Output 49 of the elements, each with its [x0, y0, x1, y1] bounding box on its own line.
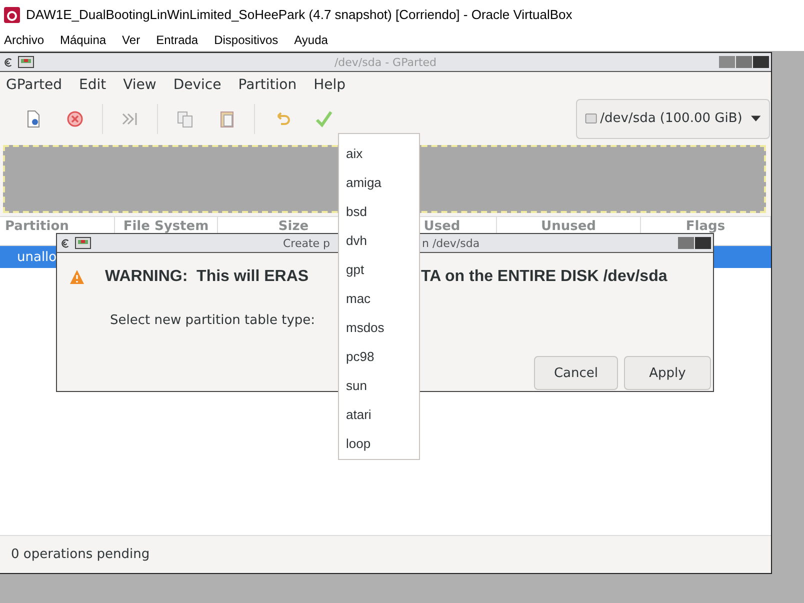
menu-item[interactable]: Help — [308, 77, 353, 93]
prompt-label: Select new partition table type: — [110, 313, 316, 328]
menu-item[interactable]: Ayuda — [294, 33, 328, 47]
delete-icon[interactable] — [65, 108, 85, 128]
warning-text: TA on the ENTIRE DISK /dev/sda — [421, 268, 668, 286]
dialog-button[interactable]: Cancel — [534, 356, 618, 390]
menu-item[interactable]: Partition — [232, 77, 304, 93]
status-text: 0 operations pending — [11, 547, 150, 562]
menu-item[interactable]: atari — [339, 400, 419, 429]
menu-item[interactable]: View — [117, 77, 164, 93]
drive-icon — [585, 111, 598, 126]
menu-item[interactable]: gpt — [339, 255, 419, 284]
menu-item[interactable]: amiga — [339, 168, 419, 197]
close-button[interactable] — [753, 56, 769, 68]
checkmark-icon[interactable] — [314, 108, 334, 128]
caret-icon — [751, 114, 761, 122]
menu-item[interactable]: dvh — [339, 226, 419, 255]
menu-item[interactable]: loop — [339, 429, 419, 458]
swirl-icon — [60, 238, 71, 248]
menu-item[interactable]: Máquina — [60, 33, 106, 47]
app-icon — [4, 6, 20, 22]
menu-item[interactable]: GParted — [0, 77, 69, 93]
menu-item[interactable]: bsd — [339, 197, 419, 226]
warning-icon — [69, 269, 85, 285]
maximize-button[interactable] — [678, 237, 694, 249]
menu-item[interactable]: aix — [339, 139, 419, 168]
minimize-button[interactable] — [719, 56, 735, 68]
close-button[interactable] — [695, 237, 711, 249]
menu-item[interactable]: Entrada — [156, 33, 198, 47]
device-selector[interactable]: /dev/sda (100.00 GiB) — [576, 98, 770, 138]
warning-text: WARNING: This will ERAS — [105, 268, 310, 286]
swirl-icon — [3, 56, 14, 68]
dialog-title: n /dev/sda — [422, 236, 480, 250]
maximize-button[interactable] — [736, 56, 752, 68]
menu-item[interactable]: Edit — [73, 77, 114, 93]
menu-item[interactable]: mac — [339, 284, 419, 313]
menu-item[interactable]: sun — [339, 371, 419, 400]
dialog-button[interactable]: Apply — [624, 356, 711, 390]
table-cell-text: unallo — [16, 250, 57, 264]
window-title: DAW1E_DualBootingLinWinLimited_SoHeePark (4.7 snapshot) [Corriendo] - Oracle VirtualBox — [26, 7, 572, 22]
menu-item[interactable]: Dispositivos — [214, 33, 278, 47]
copy-icon[interactable] — [175, 108, 195, 128]
menu-item[interactable]: pc98 — [339, 342, 419, 371]
menu-item[interactable]: msdos — [339, 313, 419, 342]
menu-item[interactable]: Archivo — [4, 33, 44, 47]
menu-item[interactable]: Ver — [122, 33, 140, 47]
dialog-title: Create p — [283, 236, 330, 250]
window-title: /dev/sda - GParted — [333, 56, 438, 68]
menu-item[interactable]: Device — [167, 77, 228, 93]
